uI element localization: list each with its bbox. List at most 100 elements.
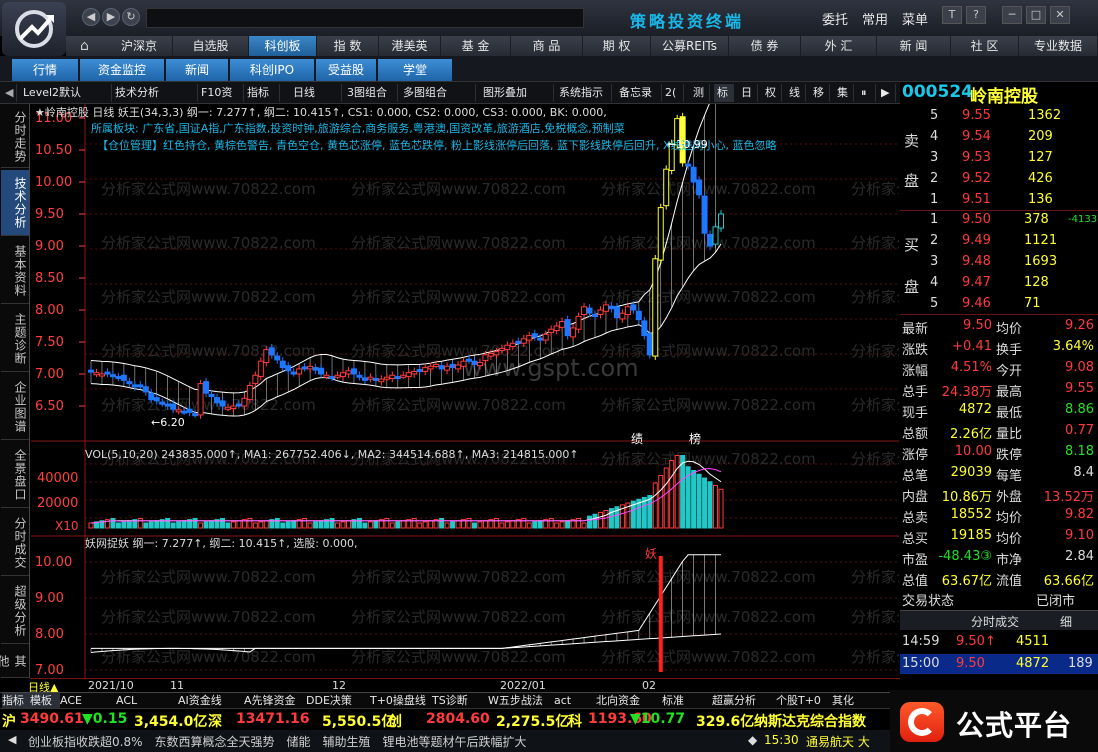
ticker-nasdaq[interactable]: 纳斯达克综合指数 <box>754 711 866 731</box>
news-item[interactable]: 东数西算概念全天强势 <box>155 735 287 749</box>
news-item[interactable]: 创业板指收跌超0.8% <box>28 735 155 749</box>
bid-price[interactable]: 9.49 <box>962 233 991 248</box>
toolbar-f10[interactable]: F10资料 <box>198 84 244 117</box>
indicator-tab[interactable]: TS诊断 <box>432 693 488 709</box>
toolbar-daily[interactable]: 日线 <box>290 84 342 102</box>
ask-price[interactable]: 9.53 <box>962 150 991 165</box>
toolbar-indicator[interactable]: 指标 <box>244 84 280 102</box>
indicator-tab[interactable]: AI资金线 <box>178 693 244 709</box>
toolbar-set[interactable]: 集 <box>834 84 854 102</box>
toolbar-rights[interactable]: 权 <box>762 84 782 102</box>
toolbar-left-arrow-icon[interactable]: ◀ <box>2 84 18 102</box>
indicator-tab[interactable]: act <box>554 693 596 709</box>
menu-link[interactable]: 菜单 <box>902 9 928 28</box>
toolbar-system-indicator[interactable]: 系统指示 <box>556 84 612 102</box>
indicator-tab[interactable]: 个股T+0 <box>776 693 832 709</box>
forward-icon[interactable]: ▶ <box>102 8 120 26</box>
vtab-company-map[interactable]: 企业图谱 <box>1 374 29 440</box>
ask-price[interactable]: 9.52 <box>962 171 991 186</box>
toolbar-overlay[interactable]: 图形叠加 <box>480 84 554 102</box>
news-item[interactable]: 锂电池等题材午后跌幅扩大 <box>383 735 539 749</box>
news-item[interactable]: 辅助生殖 <box>323 735 383 749</box>
ticks-detail-tab[interactable]: 细 <box>1060 613 1072 630</box>
address-bar[interactable] <box>146 8 584 28</box>
vtab-other[interactable]: 其他 <box>0 646 29 678</box>
ticks-tab[interactable]: 分时成交 <box>940 613 1050 630</box>
help-icon[interactable]: ? <box>966 6 986 24</box>
tab-commodity[interactable]: 商 品 <box>511 36 583 56</box>
bid-price[interactable]: 9.50 <box>962 212 991 227</box>
vtab-panorama[interactable]: 全景盘口 <box>1 442 29 508</box>
indicator-tab[interactable]: 指标 <box>2 693 30 709</box>
indicator-tab[interactable]: 其化 <box>832 693 862 709</box>
indicator-tab[interactable]: 北向资金 <box>596 693 662 709</box>
tab-bond[interactable]: 债 券 <box>729 36 801 56</box>
toolbar-2[interactable]: 2( <box>662 84 684 102</box>
tab-news[interactable]: 新 闻 <box>877 36 951 56</box>
news-item[interactable]: 储能 <box>287 735 323 749</box>
toolbar-level2[interactable]: Level2默认 <box>20 84 112 102</box>
tab-star-market[interactable]: 科创板 <box>249 36 317 56</box>
indicator-tab[interactable]: ACE <box>60 693 116 709</box>
minimize-icon[interactable]: ─ <box>1002 6 1022 24</box>
indicator-tab[interactable]: T+0操盘线 <box>370 693 432 709</box>
ticker-sz-index[interactable]: 13471.16 <box>236 711 310 727</box>
trade-link[interactable]: 委托 <box>822 9 848 28</box>
indicator-tab[interactable]: W五步战法 <box>488 693 554 709</box>
indicator-tab[interactable]: DDE决策 <box>306 693 370 709</box>
bid-price[interactable]: 9.46 <box>962 296 991 311</box>
tab-forex[interactable]: 外 汇 <box>801 36 877 56</box>
ticker-sh-index[interactable]: 3490.61 <box>20 711 84 727</box>
subtab-quotes[interactable]: 行情 <box>12 59 78 81</box>
indicator-tab[interactable]: 模板 <box>30 693 60 709</box>
refresh-icon[interactable]: ↻ <box>122 8 140 26</box>
news-arrow-icon[interactable]: ◀ <box>8 733 16 746</box>
app-logo-icon[interactable] <box>2 2 66 56</box>
vtab-ticks[interactable]: 分时成交 <box>1 510 29 576</box>
news-bell-icon[interactable]: ◆ <box>748 733 757 747</box>
toolbar-3chart[interactable]: 3图组合 <box>344 84 398 102</box>
subtab-news[interactable]: 新闻 <box>166 59 228 81</box>
tab-watchlist[interactable]: 自选股 <box>173 36 249 56</box>
toolbar-mark[interactable]: 标 <box>714 84 734 102</box>
common-link[interactable]: 常用 <box>862 9 888 28</box>
ask-price[interactable]: 9.55 <box>962 108 991 123</box>
ask-price[interactable]: 9.51 <box>962 192 991 207</box>
kline-chart-area[interactable]: 11.0010.5010.009.509.008.508.007.507.006… <box>31 104 899 678</box>
indicator-tab[interactable]: A先锋资金 <box>244 693 306 709</box>
vtab-technical[interactable]: 技术分析 <box>1 170 29 236</box>
tab-hs[interactable]: 沪深京 <box>106 36 173 56</box>
news-alert[interactable]: 通易航天 大 <box>806 733 870 750</box>
toolbar-pause-icon[interactable]: ⏸ <box>858 84 876 102</box>
tab-fund[interactable]: 基 金 <box>441 36 511 56</box>
subtab-beneficiary[interactable]: 受益股 <box>316 59 376 81</box>
indicator-tab[interactable]: ACL <box>116 693 178 709</box>
tab-index[interactable]: 指 数 <box>317 36 379 56</box>
bid-price[interactable]: 9.47 <box>962 275 991 290</box>
toolbar-memo[interactable]: 备忘录 <box>616 84 662 102</box>
subtab-ipo[interactable]: 科创IPO <box>230 59 314 81</box>
close-icon[interactable]: ✕ <box>1050 6 1070 24</box>
ask-price[interactable]: 9.54 <box>962 129 991 144</box>
subtab-academy[interactable]: 学堂 <box>378 59 452 81</box>
ticker-cy-index[interactable]: 2804.60 <box>426 711 490 727</box>
subtab-fund-monitor[interactable]: 资金监控 <box>80 59 164 81</box>
tab-pro-data[interactable]: 专业数据 <box>1019 36 1098 56</box>
toolbar-line[interactable]: 线 <box>786 84 806 102</box>
toolbar-move[interactable]: 移 <box>810 84 830 102</box>
indicator-tab[interactable]: 超赢分析 <box>712 693 776 709</box>
tab-community[interactable]: 社 区 <box>951 36 1019 56</box>
toolbar-measure[interactable]: 测 <box>690 84 710 102</box>
bid-price[interactable]: 9.48 <box>962 254 991 269</box>
vtab-intraday[interactable]: 分时走势 <box>1 106 29 168</box>
tab-hk-us[interactable]: 港美英 <box>379 36 441 56</box>
vtab-basic-info[interactable]: 基本资料 <box>1 238 29 304</box>
home-icon[interactable]: ⌂ <box>80 38 102 54</box>
skin-icon[interactable]: T <box>942 6 962 24</box>
toolbar-play-icon[interactable]: ▶ <box>878 84 896 102</box>
tab-reits[interactable]: 公募REITs <box>651 36 729 56</box>
toolbar-multichart[interactable]: 多图组合 <box>400 84 476 102</box>
tab-options[interactable]: 期 权 <box>583 36 651 56</box>
maximize-icon[interactable]: □ <box>1026 6 1046 24</box>
toolbar-tech-analysis[interactable]: 技术分析 <box>112 84 198 102</box>
